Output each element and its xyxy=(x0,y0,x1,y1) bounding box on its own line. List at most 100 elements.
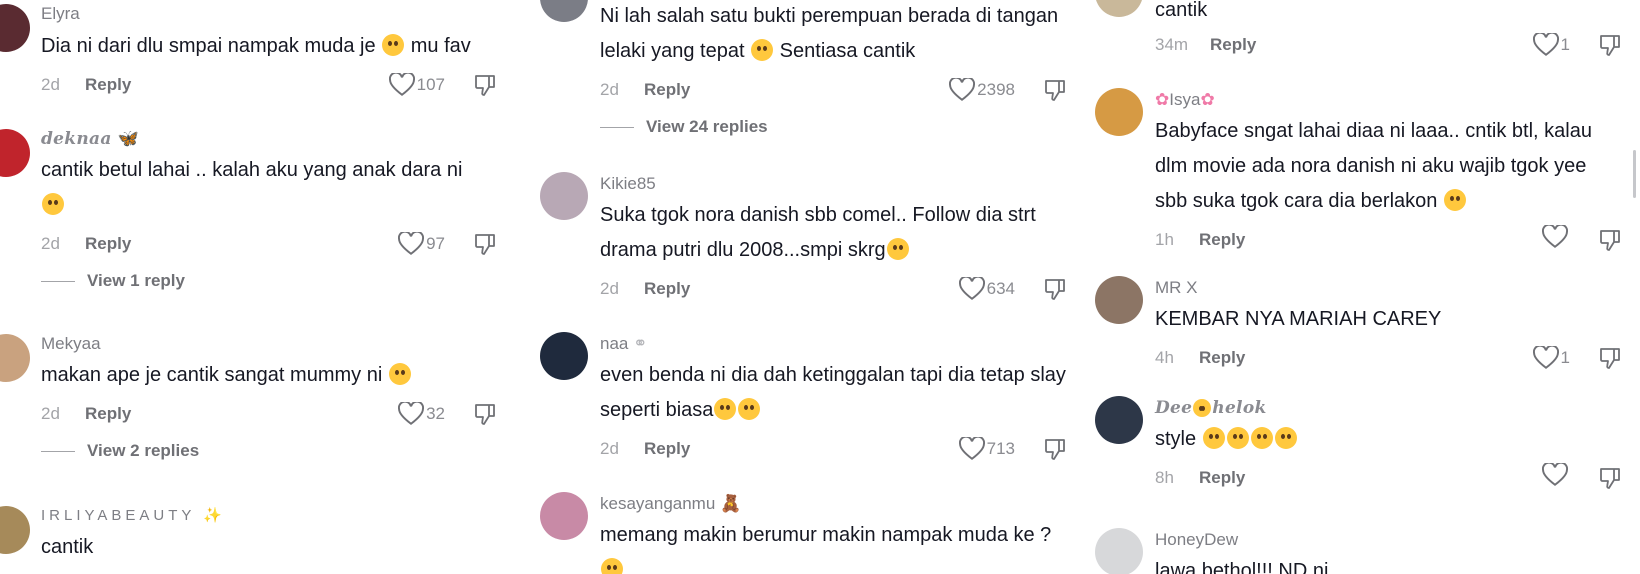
comment-timestamp: 2d xyxy=(600,80,619,99)
comment-timestamp: 2d xyxy=(600,279,619,298)
avatar[interactable] xyxy=(540,172,588,220)
comment-username[interactable]: naa ⚭ xyxy=(600,332,1067,356)
teddy-bear-icon: 🧸 xyxy=(720,494,742,513)
comment-meta: 2d Reply 2398 xyxy=(600,75,1067,105)
avatar[interactable] xyxy=(0,334,30,382)
view-replies-link[interactable]: View 2 replies xyxy=(41,437,497,465)
butterfly-icon: 🦋 xyxy=(117,129,140,149)
dislike-button[interactable] xyxy=(473,73,497,107)
like-button[interactable]: 713 xyxy=(958,434,1015,464)
avatar[interactable] xyxy=(1095,528,1143,574)
comment-username[interactable]: MR X xyxy=(1155,276,1622,300)
reply-button[interactable]: Reply xyxy=(1199,343,1245,373)
like-count: 1 xyxy=(1560,348,1570,367)
comment-column-2: Ni lah salah satu bukti perempuan berada… xyxy=(540,0,1085,574)
reply-button[interactable]: Reply xyxy=(85,399,131,429)
like-button[interactable]: 1 xyxy=(1532,343,1570,373)
avatar[interactable] xyxy=(0,129,30,177)
dislike-button[interactable] xyxy=(1598,228,1622,262)
like-button[interactable] xyxy=(1542,463,1570,487)
like-count: 2398 xyxy=(977,80,1015,99)
laughing-tears-icon xyxy=(1443,189,1466,211)
comment-username[interactable]: kesayanganmu 🧸 xyxy=(600,492,1067,516)
comment-meta: 2d Reply 107 xyxy=(41,70,497,100)
comment-username[interactable]: Kikie85 xyxy=(600,172,1067,196)
reply-button[interactable]: Reply xyxy=(1199,225,1245,255)
dislike-button[interactable] xyxy=(1598,466,1622,500)
view-replies-link[interactable]: View 24 replies xyxy=(600,113,1067,141)
reply-button[interactable]: Reply xyxy=(644,75,690,105)
dislike-button[interactable] xyxy=(1598,346,1622,380)
like-button[interactable]: 32 xyxy=(398,399,445,429)
heart-icon xyxy=(1532,346,1559,369)
comment-username[interactable]: HoneyDew xyxy=(1155,528,1622,552)
avatar[interactable] xyxy=(1095,276,1143,324)
cherry-blossom-icon: ✿ xyxy=(1200,90,1215,109)
reply-button[interactable]: Reply xyxy=(85,229,131,259)
like-count: 97 xyxy=(426,234,445,253)
smiling-hearts-icon xyxy=(751,39,774,61)
dislike-button[interactable] xyxy=(473,402,497,436)
comment-text: Dia ni dari dlu smpai nampak muda je mu … xyxy=(41,34,471,57)
comment-username[interactable]: Mekyaa xyxy=(41,332,497,356)
thumbs-down-icon xyxy=(1600,35,1620,56)
thumbs-down-icon xyxy=(1600,230,1620,251)
comment-column-1: Elyra Dia ni dari dlu smpai nampak muda … xyxy=(0,0,515,574)
comment-meta: 4h Reply 1 xyxy=(1155,343,1622,373)
comment-username[interactable]: deknaa 🦋 xyxy=(41,127,497,151)
comment-username[interactable]: IRLIYABEAUTY ✨ xyxy=(41,504,497,528)
cherry-blossom-icon: ✿ xyxy=(1155,90,1170,109)
like-count: 107 xyxy=(416,75,445,94)
comment-username[interactable]: ✿Isya✿ xyxy=(1155,88,1622,112)
like-button[interactable] xyxy=(1542,225,1570,249)
smiling-hearts-icon xyxy=(1250,427,1273,449)
comment-meta: 8h Reply xyxy=(1155,463,1622,493)
avatar[interactable] xyxy=(0,4,30,52)
reply-button[interactable]: Reply xyxy=(644,434,690,464)
dislike-button[interactable] xyxy=(473,232,497,266)
avatar[interactable] xyxy=(540,332,588,380)
scrollbar[interactable] xyxy=(1633,150,1636,198)
comment-username[interactable]: Elyra xyxy=(41,2,497,26)
avatar[interactable] xyxy=(1095,0,1143,17)
like-count: 32 xyxy=(426,404,445,423)
pleading-face-icon xyxy=(388,363,411,385)
reply-button[interactable]: Reply xyxy=(85,70,131,100)
avatar[interactable] xyxy=(0,506,30,554)
view-replies-link[interactable]: View 1 reply xyxy=(41,267,497,295)
avatar[interactable] xyxy=(540,492,588,540)
reply-button[interactable]: Reply xyxy=(644,274,690,304)
like-button[interactable]: 97 xyxy=(398,229,445,259)
like-button[interactable]: 2398 xyxy=(949,75,1015,105)
weary-face-icon xyxy=(738,398,761,420)
thumbs-down-icon xyxy=(475,404,495,425)
avatar[interactable] xyxy=(1095,88,1143,136)
comment-timestamp: 2d xyxy=(600,439,619,458)
avatar[interactable] xyxy=(540,0,588,22)
comment-timestamp: 2d xyxy=(41,404,60,423)
sparkles-icon: ✨ xyxy=(203,507,223,524)
comment-text: makan ape je cantik sangat mummy ni xyxy=(41,358,497,393)
like-button[interactable]: 1 xyxy=(1532,30,1570,60)
like-button[interactable]: 634 xyxy=(958,274,1015,304)
thumbs-down-icon xyxy=(475,234,495,255)
like-count: 713 xyxy=(986,439,1015,458)
smiling-hearts-icon xyxy=(1226,427,1249,449)
heart-icon xyxy=(388,73,415,96)
pleading-face-icon xyxy=(382,34,405,56)
thumbs-down-icon xyxy=(1045,80,1065,101)
comment-text: memang makin berumur makin nampak muda k… xyxy=(600,518,1067,574)
dislike-button[interactable] xyxy=(1598,33,1622,67)
reply-button[interactable]: Reply xyxy=(1199,463,1245,493)
comment-text: cantik betul lahai .. kalah aku yang ana… xyxy=(41,153,497,223)
smiling-hearts-icon xyxy=(1202,427,1225,449)
reply-button[interactable]: Reply xyxy=(1210,30,1256,60)
like-count: 1 xyxy=(1560,35,1570,54)
dislike-button[interactable] xyxy=(1043,78,1067,112)
dislike-button[interactable] xyxy=(1043,277,1067,311)
comment-username[interactable]: Dee helok xyxy=(1155,396,1622,420)
like-button[interactable]: 107 xyxy=(388,70,445,100)
dislike-button[interactable] xyxy=(1043,437,1067,471)
comment-timestamp: 34m xyxy=(1155,35,1189,54)
avatar[interactable] xyxy=(1095,396,1143,444)
